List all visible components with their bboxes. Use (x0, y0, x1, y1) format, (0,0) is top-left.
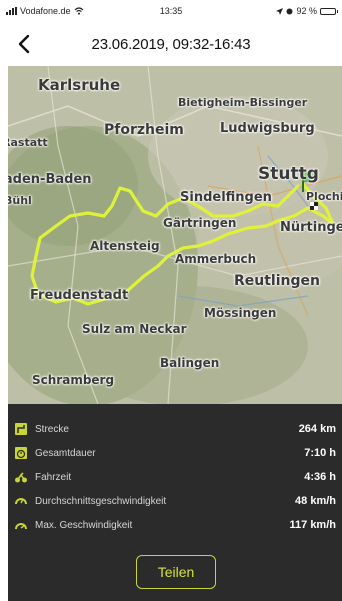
location-arrow-icon (276, 7, 284, 15)
wifi-icon (74, 7, 83, 15)
alarm-icon (286, 8, 293, 14)
stat-label: Gesamtdauer (35, 447, 96, 459)
motorcycle-icon (14, 470, 28, 484)
stopwatch-icon (14, 446, 28, 460)
stat-label: Strecke (35, 423, 69, 435)
map-label: Sulz am Neckar (82, 322, 187, 336)
carrier-label: Vodafone.de (20, 6, 71, 16)
share-button[interactable]: Teilen (136, 555, 216, 589)
map-label: Gärtringen (163, 216, 237, 230)
map-label: Bietigheim-Bissinger (178, 96, 308, 109)
map-label: Ammerbuch (175, 252, 257, 266)
map-label: Baden-Baden (8, 172, 92, 187)
stat-row-distance: Strecke 264 km (8, 419, 342, 439)
map-label: Pforzheim (104, 122, 184, 138)
map-label: Schramberg (32, 373, 115, 387)
battery-icon (320, 7, 338, 15)
map-label: Sindelfingen (180, 190, 272, 205)
map-label: Reutlingen (234, 273, 320, 289)
stat-value: 7:10 h (304, 447, 336, 459)
stat-label: Durchschnittsgeschwindigkeit (35, 495, 167, 507)
map-terrain (8, 66, 342, 404)
map-label: Plochi (306, 190, 342, 203)
finish-flag-icon (310, 202, 318, 210)
stat-value: 264 km (298, 423, 336, 435)
route-icon (14, 422, 28, 436)
stat-row-total-duration: Gesamtdauer 7:10 h (8, 443, 342, 463)
map-label: Bühl (8, 194, 32, 207)
speedometer-icon (14, 494, 28, 508)
stat-row-avg-speed: Durchschnittsgeschwindigkeit 48 km/h (8, 491, 342, 511)
status-bar: Vodafone.de 13:35 92 % (0, 0, 342, 22)
map-label: Mössingen (204, 306, 277, 320)
route-map[interactable]: Karlsruhe Bietigheim-Bissinger Rastatt P… (8, 66, 342, 404)
navigation-bar: 23.06.2019, 09:32-16:43 (0, 22, 342, 66)
chevron-left-icon (18, 34, 30, 54)
stat-label: Max. Geschwindigkeit (35, 519, 133, 531)
map-label: Freudenstadt (30, 288, 129, 303)
map-label: Nürtinge (280, 220, 342, 235)
stat-row-max-speed: Max. Geschwindigkeit 117 km/h (8, 515, 342, 535)
map-label: Karlsruhe (38, 76, 121, 94)
map-label: Altensteig (90, 239, 160, 253)
map-label: Balingen (160, 356, 220, 370)
stat-value: 117 km/h (289, 519, 336, 531)
stat-row-ride-time: Fahrzeit 4:36 h (8, 467, 342, 487)
map-label: Ludwigsburg (220, 121, 315, 136)
gauge-max-icon (14, 518, 28, 532)
battery-percent: 92 % (296, 6, 317, 16)
stat-label: Fahrzeit (35, 471, 72, 483)
page-title: 23.06.2019, 09:32-16:43 (91, 35, 251, 53)
map-label: Stuttg (258, 164, 319, 184)
back-button[interactable] (6, 26, 42, 62)
stat-value: 4:36 h (304, 471, 336, 483)
stat-value: 48 km/h (295, 495, 336, 507)
signal-icon (6, 7, 17, 15)
map-label: Rastatt (8, 136, 48, 149)
trip-stats-panel: Strecke 264 km Gesamtdauer 7:10 h Fahrze… (8, 404, 342, 601)
